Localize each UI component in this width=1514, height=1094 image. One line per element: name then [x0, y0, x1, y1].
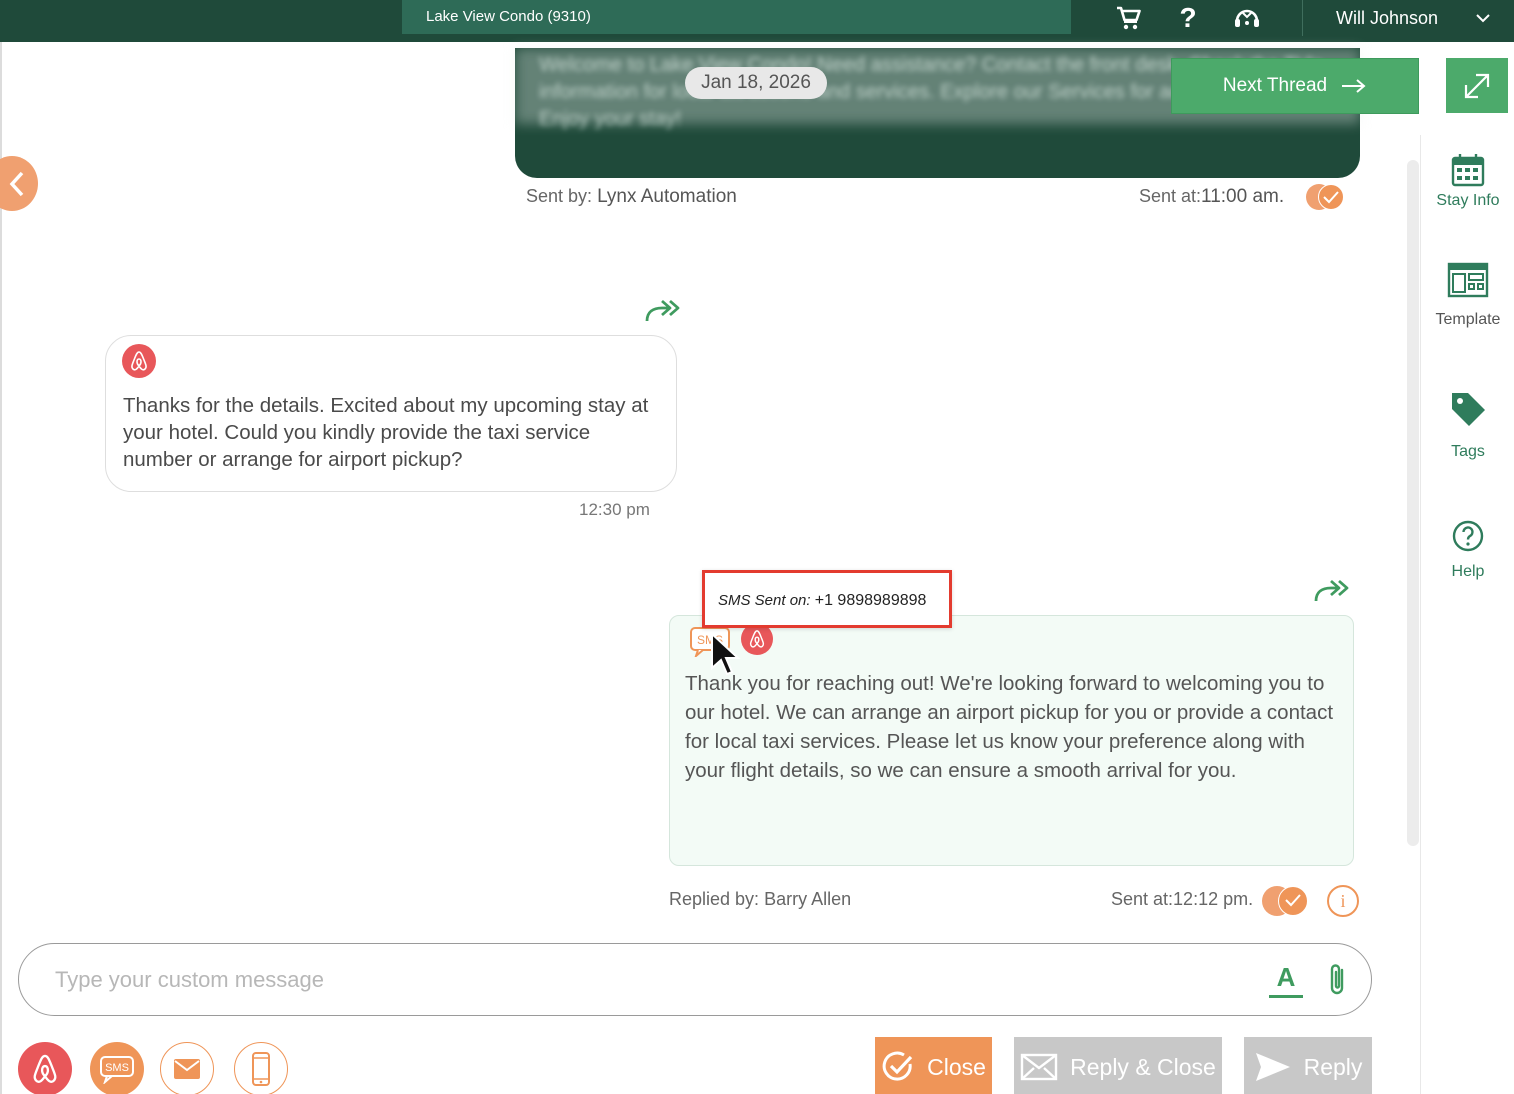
text-format-icon[interactable]: A: [1269, 962, 1303, 998]
reply-button[interactable]: Reply: [1244, 1037, 1372, 1094]
property-selector[interactable]: Lake View Condo (9310): [402, 0, 1071, 34]
replied-by-name: Barry Allen: [764, 889, 852, 909]
next-thread-label: Next Thread: [1222, 75, 1328, 96]
airbnb-icon: [122, 344, 156, 378]
mail-icon: [1020, 1053, 1058, 1081]
send-icon: [1255, 1053, 1290, 1081]
message-input[interactable]: [55, 964, 1235, 996]
reply-close-label: Reply & Close: [1070, 1053, 1216, 1080]
sent-by-label: Sent by:: [526, 186, 593, 206]
template-icon: [1447, 262, 1489, 298]
replied-by-label: Replied by:: [669, 889, 760, 909]
cart-icon[interactable]: [1112, 2, 1146, 34]
sidebar-item-template[interactable]: Template: [1421, 261, 1514, 329]
scrollbar[interactable]: [1407, 160, 1419, 846]
mail-icon: [174, 1059, 200, 1079]
right-sidebar: Stay Info Template Tags Help: [1420, 135, 1514, 1094]
incoming-message-bubble: Thanks for the details. Excited about my…: [105, 335, 677, 492]
tooltip-label: SMS Sent on:: [718, 592, 811, 609]
sent-at: Sent at:12:12 pm.: [1111, 889, 1253, 910]
phone-channel-button[interactable]: [234, 1042, 288, 1094]
read-receipt-icon: [1306, 184, 1346, 210]
sent-at-time: 11:00 am.: [1201, 186, 1285, 207]
forward-icon[interactable]: [1313, 577, 1349, 603]
date-separator: Jan 18, 2026: [685, 67, 827, 99]
sent-at-label: Sent at:: [1111, 889, 1174, 909]
sent-by: Sent by: Lynx Automation: [526, 186, 737, 208]
info-icon[interactable]: i: [1327, 885, 1359, 917]
tooltip-number: +1 9898989898: [814, 592, 927, 609]
calendar-icon: [1451, 154, 1485, 187]
reply-close-button[interactable]: Reply & Close: [1014, 1037, 1222, 1094]
sidebar-item-label: Help: [1451, 563, 1485, 580]
forward-icon[interactable]: [644, 297, 680, 323]
sidebar-item-tags[interactable]: Tags: [1421, 389, 1514, 461]
top-bar: Lake View Condo (9310) ? Will Johnson: [0, 0, 1514, 42]
airbnb-icon: [33, 1054, 57, 1083]
back-button[interactable]: [0, 156, 38, 211]
reply-label: Reply: [1303, 1053, 1363, 1080]
incoming-message-text: Thanks for the details. Excited about my…: [123, 394, 649, 471]
user-name[interactable]: Will Johnson: [1336, 0, 1438, 36]
sidebar-item-label: Stay Info: [1436, 192, 1500, 209]
airbnb-channel-button[interactable]: [18, 1042, 72, 1094]
sidebar-item-stay-info[interactable]: Stay Info: [1421, 152, 1514, 210]
svg-text:SMS: SMS: [105, 1062, 129, 1074]
check-circle-icon: [882, 1051, 913, 1081]
phone-icon: [252, 1052, 270, 1086]
sms-tooltip: SMS Sent on: +1 9898989898: [702, 570, 952, 628]
read-receipt-icon: [1262, 886, 1310, 916]
tag-icon: [1452, 393, 1485, 426]
help-icon[interactable]: ?: [1171, 2, 1205, 34]
top-divider: [1302, 0, 1303, 36]
chevron-left-icon: [9, 171, 24, 196]
close-label: Close: [927, 1053, 986, 1080]
mouse-cursor-icon: [711, 632, 741, 676]
chevron-down-icon[interactable]: [1474, 9, 1492, 27]
message-composer: A: [18, 943, 1372, 1016]
expand-icon: [1464, 73, 1490, 98]
incoming-message-time: 12:30 pm: [579, 500, 650, 519]
close-button[interactable]: Close: [875, 1037, 992, 1094]
sidebar-item-help[interactable]: Help: [1421, 519, 1514, 581]
attachment-icon[interactable]: [1326, 962, 1350, 998]
expand-button[interactable]: [1446, 58, 1508, 113]
sent-by-name: Lynx Automation: [597, 186, 737, 207]
replied-by: Replied by: Barry Allen: [669, 889, 851, 910]
next-thread-button[interactable]: Next Thread: [1171, 58, 1419, 114]
arrow-right-icon: [1342, 79, 1366, 93]
email-channel-button[interactable]: [160, 1042, 214, 1094]
sms-channel-button[interactable]: SMS: [90, 1042, 144, 1094]
sent-at-time: 12:12 pm.: [1173, 889, 1254, 909]
help-circle-icon: [1452, 520, 1484, 552]
sidebar-item-label: Template: [1435, 311, 1501, 328]
sidebar-item-label: Tags: [1451, 443, 1485, 460]
sent-at-label: Sent at:: [1139, 186, 1202, 206]
sent-at: Sent at:11:00 am.: [1139, 186, 1284, 208]
outgoing-message-text: Thank you for reaching out! We're lookin…: [685, 672, 1334, 782]
support-icon[interactable]: [1230, 2, 1264, 34]
sms-icon: SMS: [100, 1056, 134, 1084]
